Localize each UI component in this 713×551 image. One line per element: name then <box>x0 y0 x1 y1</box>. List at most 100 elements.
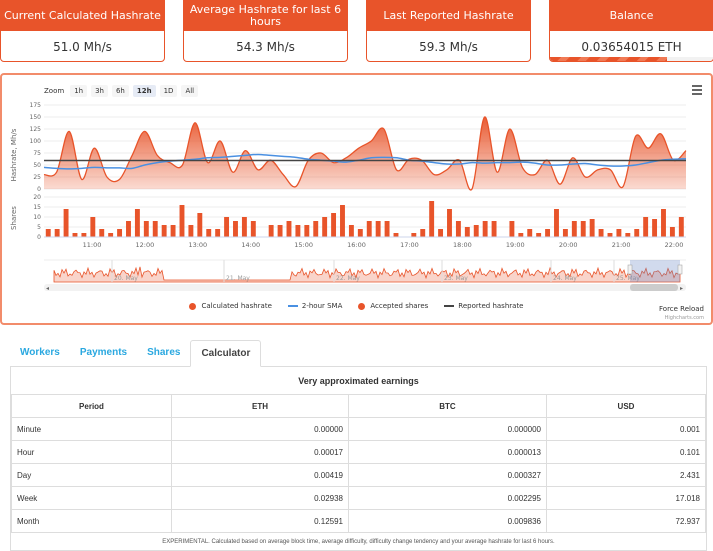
column-header-usd: USD <box>546 394 706 418</box>
share-bar <box>545 229 551 237</box>
navigator-date-label: 21. May <box>226 275 250 282</box>
legend-item-sma[interactable]: 2-hour SMA <box>287 302 342 310</box>
share-bar <box>473 225 479 237</box>
y-tick-label: 5 <box>37 224 41 231</box>
usd-cell: 0.101 <box>546 440 706 464</box>
column-header-eth: ETH <box>171 394 349 418</box>
navigator-date-label: 23. May <box>444 275 468 282</box>
x-tick-label: 15:00 <box>294 241 313 249</box>
x-tick-label: 19:00 <box>506 241 525 249</box>
tab-calculator[interactable]: Calculator <box>190 340 262 367</box>
legend-item-accepted-shares[interactable]: Accepted shares <box>358 302 428 310</box>
share-bar <box>45 229 51 237</box>
usd-cell: 17.018 <box>546 486 706 510</box>
btc-cell: 0.002295 <box>348 486 547 510</box>
share-bar <box>411 233 417 237</box>
y-tick-label: 0 <box>37 186 41 193</box>
force-reload-button[interactable]: Force Reload <box>659 305 704 313</box>
share-bar <box>295 225 301 237</box>
share-bar <box>277 225 283 237</box>
share-bar <box>72 233 78 237</box>
x-tick-label: 22:00 <box>665 241 684 249</box>
shares-axis-label: Shares <box>10 206 18 230</box>
legend-item-calculated-hashrate[interactable]: Calculated hashrate <box>189 302 272 310</box>
share-bar <box>197 213 203 237</box>
share-bar <box>322 217 328 237</box>
share-bar <box>304 225 310 237</box>
period-cell: Hour <box>11 440 172 464</box>
chart-legend: Calculated hashrate 2-hour SMA Accepted … <box>2 302 711 310</box>
share-bar <box>179 205 185 237</box>
stat-reported-hashrate: Last Reported Hashrate 59.3 Mh/s <box>366 0 531 62</box>
y-tick-label: 125 <box>30 126 42 133</box>
legend-item-reported-hashrate[interactable]: Reported hashrate <box>444 302 524 310</box>
stat-value: 59.3 Mh/s <box>419 39 478 54</box>
navigator-handle-left <box>627 264 633 275</box>
share-bar <box>518 233 524 237</box>
share-bar <box>509 221 515 237</box>
navigator-scrollbar-track <box>44 284 686 291</box>
share-bar <box>188 225 194 237</box>
usd-cell: 2.431 <box>546 463 706 487</box>
navigator-scrollbar-thumb <box>630 284 678 291</box>
eth-cell: 0.00000 <box>171 417 349 441</box>
share-bar <box>331 213 337 237</box>
scroll-right-arrow-icon: ▸ <box>680 285 683 292</box>
column-header-btc: BTC <box>348 394 547 418</box>
tab-payments[interactable]: Payments <box>70 340 137 367</box>
experimental-note: EXPERIMENTAL. Calculated based on averag… <box>162 539 555 545</box>
x-tick-label: 18:00 <box>453 241 472 249</box>
tab-shares[interactable]: Shares <box>137 340 190 367</box>
share-bar <box>607 233 613 237</box>
share-bar <box>643 217 649 237</box>
period-cell: Week <box>11 486 172 510</box>
x-tick-label: 12:00 <box>136 241 155 249</box>
navigator-handle-right <box>677 264 683 275</box>
y-tick-label: 20 <box>33 194 41 201</box>
legend-dot-icon <box>358 302 366 310</box>
x-tick-label: 11:00 <box>83 241 102 249</box>
x-tick-label: 21:00 <box>612 241 631 249</box>
eth-cell: 0.00017 <box>171 440 349 464</box>
share-bar <box>340 205 345 237</box>
y-tick-label: 150 <box>30 114 42 121</box>
table-header-row: Period ETH BTC USD <box>11 394 706 418</box>
share-bar <box>215 229 221 237</box>
share-bar <box>652 219 658 237</box>
eth-cell: 0.00419 <box>171 463 349 487</box>
share-bar <box>616 229 622 237</box>
tab-workers[interactable]: Workers <box>10 340 70 367</box>
share-bar <box>571 221 577 237</box>
stat-label: Balance <box>550 1 713 31</box>
share-bar <box>661 209 666 237</box>
table-row: Hour 0.00017 0.000013 0.101 <box>11 440 706 464</box>
balance-progress-bar <box>550 57 668 61</box>
share-bar <box>161 225 167 237</box>
eth-cell: 0.12591 <box>171 509 349 533</box>
share-bar <box>81 233 87 237</box>
share-bar <box>669 227 675 237</box>
share-bar <box>438 229 444 237</box>
x-tick-label: 14:00 <box>241 241 260 249</box>
hashrate-chart: Zoom 1h 3h 6h 12h 1D All Hashrate, Mh/s … <box>0 73 713 325</box>
y-tick-label: 10 <box>33 214 41 221</box>
btc-cell: 0.000000 <box>348 417 547 441</box>
share-bar <box>554 209 559 237</box>
period-cell: Minute <box>11 417 172 441</box>
stat-current-hashrate: Current Calculated Hashrate 51.0 Mh/s <box>0 0 165 62</box>
hashrate-axis-label: Hashrate, Mh/s <box>10 128 18 181</box>
y-tick-label: 100 <box>30 138 42 145</box>
share-bar <box>90 217 96 237</box>
share-bar <box>348 225 354 237</box>
share-bar <box>455 221 461 237</box>
tab-bar: Workers Payments Shares Calculator <box>10 340 262 367</box>
share-bar <box>313 221 319 237</box>
highcharts-credits-link[interactable]: Highcharts.com <box>665 315 704 321</box>
eth-cell: 0.02938 <box>171 486 349 510</box>
table-row: Week 0.02938 0.002295 17.018 <box>11 486 706 510</box>
share-bar <box>429 201 435 237</box>
x-tick-label: 16:00 <box>347 241 366 249</box>
share-bar <box>99 229 105 237</box>
x-tick-label: 17:00 <box>400 241 419 249</box>
share-bar <box>241 217 247 237</box>
